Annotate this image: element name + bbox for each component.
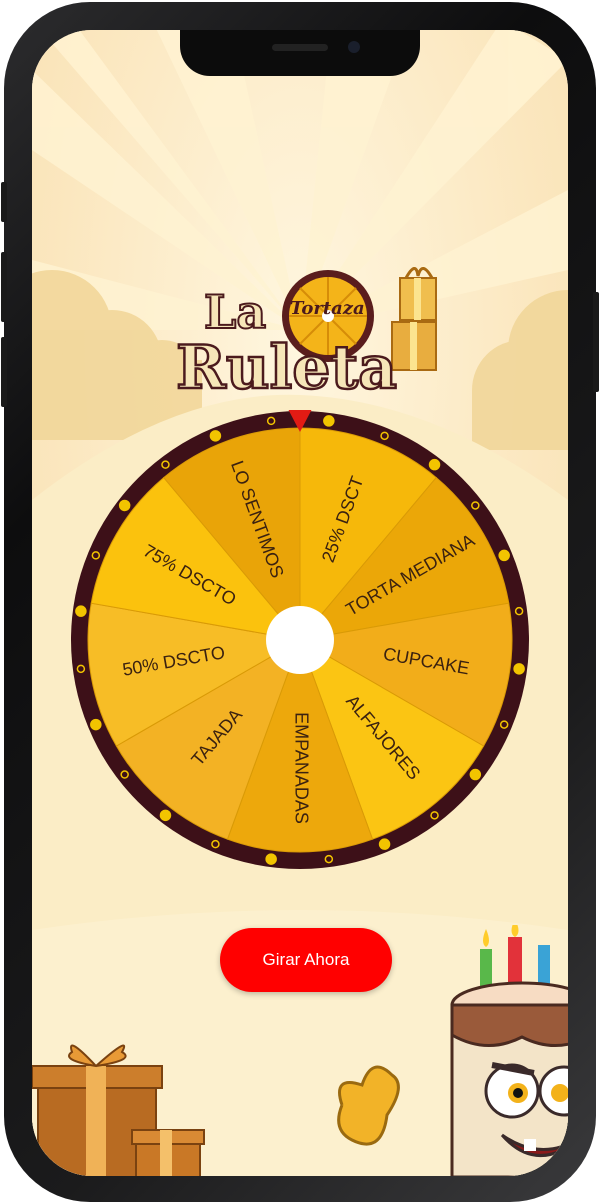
wheel-segment-label: EMPANADAS bbox=[291, 712, 311, 824]
mascot-hand bbox=[337, 1065, 400, 1146]
power-button bbox=[593, 292, 599, 392]
wheel-rim-light bbox=[323, 415, 335, 427]
logo-line1: La bbox=[204, 285, 266, 339]
prize-wheel[interactable]: 25% DSCTTORTA MEDIANACUPCAKEALFAJORESEMP… bbox=[70, 410, 530, 870]
volume-up-button bbox=[1, 252, 7, 322]
cake-mascot bbox=[337, 925, 568, 1176]
wheel-rim-light bbox=[428, 458, 441, 471]
wheel-rim-light bbox=[118, 499, 131, 512]
logo-line2: Ruleta bbox=[176, 333, 397, 398]
app-screen: La Tortaza Ruleta 25% DSCT TORTA MEDIANA C… bbox=[32, 30, 568, 1176]
wheel-rim-light bbox=[209, 430, 222, 442]
wheel-rim-light bbox=[159, 809, 172, 822]
wheel-rim-light bbox=[498, 549, 510, 562]
phone-frame: La Tortaza Ruleta 25% DSCT TORTA MEDIANA C… bbox=[1, 2, 599, 1202]
mute-switch bbox=[1, 182, 7, 222]
logo-brand: Tortaza bbox=[290, 298, 365, 319]
wheel-rim-light bbox=[469, 768, 482, 781]
wheel-rim-light bbox=[75, 605, 87, 617]
ruleta-logo: La Tortaza Ruleta bbox=[175, 267, 437, 398]
candle-icon bbox=[480, 949, 492, 989]
front-camera bbox=[348, 41, 360, 53]
gift-boxes-decoration bbox=[32, 1044, 205, 1176]
speaker-grille bbox=[272, 44, 328, 51]
wheel-rim-light bbox=[265, 853, 277, 865]
logo-gift-boxes bbox=[391, 267, 437, 371]
volume-down-button bbox=[1, 337, 7, 407]
wheel-rim-light bbox=[513, 663, 525, 675]
wheel-rim-light bbox=[378, 838, 391, 850]
wheel-rim-light bbox=[90, 718, 102, 731]
wheel-center-hub bbox=[266, 606, 334, 674]
phone-notch bbox=[180, 30, 420, 76]
